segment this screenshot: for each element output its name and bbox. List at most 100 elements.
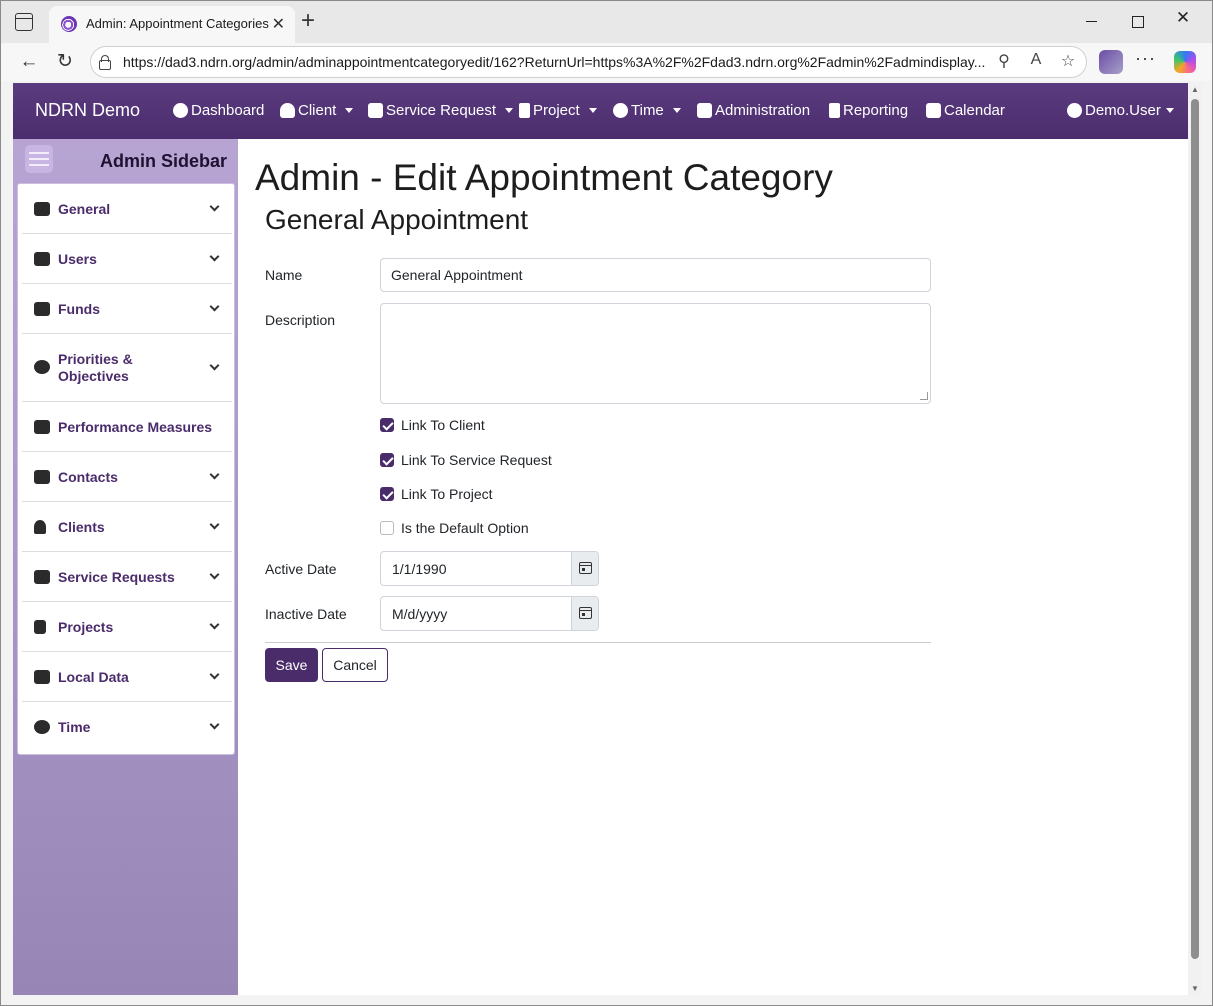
vertical-scrollbar[interactable]: ▲ ▼ [1188, 83, 1202, 995]
sidebar-item-service-requests[interactable]: Service Requests [22, 552, 232, 602]
sidebar-item-label: Performance Measures [58, 419, 213, 435]
zoom-icon[interactable]: ⚲ [993, 51, 1015, 71]
checkbox-label: Link To Project [401, 486, 493, 502]
palette-icon [173, 103, 188, 118]
inactive-date-picker-button[interactable] [571, 597, 598, 630]
brand-link[interactable]: NDRN Demo [35, 100, 140, 121]
sidebar-item-label: Local Data [58, 669, 129, 685]
sidebar-item-contacts[interactable]: Contacts [22, 452, 232, 502]
nav-reporting[interactable]: Reporting [829, 102, 908, 119]
sidebar-item-clients[interactable]: Clients [22, 502, 232, 552]
house-icon [34, 670, 50, 684]
sidebar-menu: General Users Funds Priorities & Objecti… [17, 183, 235, 755]
active-date-value[interactable]: 1/1/1990 [392, 561, 447, 577]
favorite-star-icon[interactable]: ☆ [1057, 51, 1079, 71]
chevron-down-icon [209, 719, 220, 730]
description-field[interactable] [380, 303, 931, 404]
nav-client-label: Client [298, 102, 337, 119]
save-button[interactable]: Save [265, 648, 318, 682]
active-date-label: Active Date [265, 561, 337, 577]
profile-avatar[interactable] [1099, 50, 1123, 74]
sidebar-item-users[interactable]: Users [22, 234, 232, 284]
inactive-date-placeholder[interactable]: M/d/yyyy [392, 606, 447, 622]
hamburger-menu-icon[interactable] [25, 145, 53, 173]
new-tab-icon[interactable]: + [301, 9, 315, 33]
chevron-down-icon [209, 519, 220, 530]
nav-administration[interactable]: Administration [697, 102, 810, 119]
tab-title: Admin: Appointment Categories [86, 16, 269, 31]
window-close-icon[interactable]: ✕ [1171, 8, 1195, 28]
briefcase-icon [368, 103, 383, 118]
checkbox-checked-icon[interactable] [380, 453, 394, 467]
caret-down-icon [1165, 108, 1174, 113]
nav-calendar-label: Calendar [944, 102, 1005, 119]
sidebar-item-projects[interactable]: Projects [22, 602, 232, 652]
sidebar-item-label: Contacts [58, 469, 118, 485]
nav-calendar[interactable]: Calendar [926, 102, 1005, 119]
caret-down-icon [505, 108, 514, 113]
copilot-icon[interactable] [1174, 51, 1196, 73]
checkbox-checked-icon[interactable] [380, 487, 394, 501]
calendar-icon [926, 103, 941, 118]
description-label: Description [265, 312, 336, 328]
checkbox-checked-icon[interactable] [380, 418, 394, 432]
back-icon[interactable]: ← [18, 51, 40, 73]
address-bar[interactable]: https://dad3.ndrn.org/admin/adminappoint… [90, 46, 1087, 78]
nav-service-request-label: Service Request [386, 102, 497, 119]
tab-close-icon[interactable]: ✕ [272, 14, 285, 34]
browser-window: Admin: Appointment Categories ✕ + ✕ ← ↻ … [0, 0, 1213, 1006]
sidebar-item-time[interactable]: Time [22, 702, 232, 752]
default-option-checkbox[interactable]: Is the Default Option [380, 520, 529, 536]
form-divider [265, 642, 931, 643]
sidebar-item-label: Time [58, 719, 91, 735]
nav-project[interactable]: Project [519, 102, 597, 119]
resize-handle-icon[interactable] [920, 392, 928, 400]
read-aloud-icon[interactable]: A [1025, 51, 1047, 69]
lock-icon[interactable] [99, 55, 111, 70]
person-icon [34, 520, 46, 534]
nav-dashboard[interactable]: Dashboard [173, 102, 264, 119]
cancel-button[interactable]: Cancel [322, 648, 388, 682]
link-to-service-request-checkbox[interactable]: Link To Service Request [380, 452, 552, 468]
nav-service-request[interactable]: Service Request [368, 102, 514, 119]
tools-icon [34, 202, 50, 216]
tab-actions-icon[interactable] [15, 13, 33, 31]
scale-icon [34, 420, 50, 434]
top-navbar: NDRN Demo Dashboard Client Service Reque… [13, 83, 1188, 139]
sidebar-item-local-data[interactable]: Local Data [22, 652, 232, 702]
scrollbar-thumb[interactable] [1191, 99, 1199, 959]
tab-strip: Admin: Appointment Categories ✕ + ✕ [1, 1, 1212, 43]
calendar-icon [579, 562, 592, 574]
nav-user-menu[interactable]: Demo.User [1067, 102, 1174, 119]
more-menu-icon[interactable]: ··· [1135, 48, 1156, 69]
sidebar-item-funds[interactable]: Funds [22, 284, 232, 334]
sidebar-item-label: Priorities & Objectives [58, 351, 133, 384]
sidebar-item-performance-measures[interactable]: Performance Measures [22, 402, 232, 452]
url-text[interactable]: https://dad3.ndrn.org/admin/adminappoint… [123, 54, 985, 70]
link-to-client-checkbox[interactable]: Link To Client [380, 417, 485, 433]
nav-time[interactable]: Time [613, 102, 681, 119]
caret-down-icon [672, 108, 681, 113]
nav-time-label: Time [631, 102, 664, 119]
sidebar-item-general[interactable]: General [22, 184, 232, 234]
checkbox-label: Link To Client [401, 417, 485, 433]
sidebar-item-priorities-objectives[interactable]: Priorities & Objectives [22, 334, 232, 402]
scroll-up-icon[interactable]: ▲ [1190, 85, 1200, 94]
nav-client[interactable]: Client [280, 102, 354, 119]
name-label: Name [265, 267, 303, 283]
chevron-down-icon [209, 301, 220, 312]
money-bag-icon [34, 302, 50, 316]
sidebar-item-label: Funds [58, 301, 100, 317]
inactive-date-field[interactable]: M/d/yyyy [380, 596, 599, 631]
checkbox-unchecked-icon[interactable] [380, 521, 394, 535]
name-field[interactable] [380, 258, 931, 292]
active-date-picker-button[interactable] [571, 552, 598, 585]
clipboard-icon [519, 103, 530, 118]
active-date-field[interactable]: 1/1/1990 [380, 551, 599, 586]
sidebar-item-label: Users [58, 251, 97, 267]
record-title: General Appointment [265, 204, 529, 235]
reload-icon[interactable]: ↻ [54, 51, 76, 73]
scroll-down-icon[interactable]: ▼ [1190, 984, 1200, 993]
browser-tab[interactable]: Admin: Appointment Categories ✕ [49, 6, 295, 43]
link-to-project-checkbox[interactable]: Link To Project [380, 486, 493, 502]
